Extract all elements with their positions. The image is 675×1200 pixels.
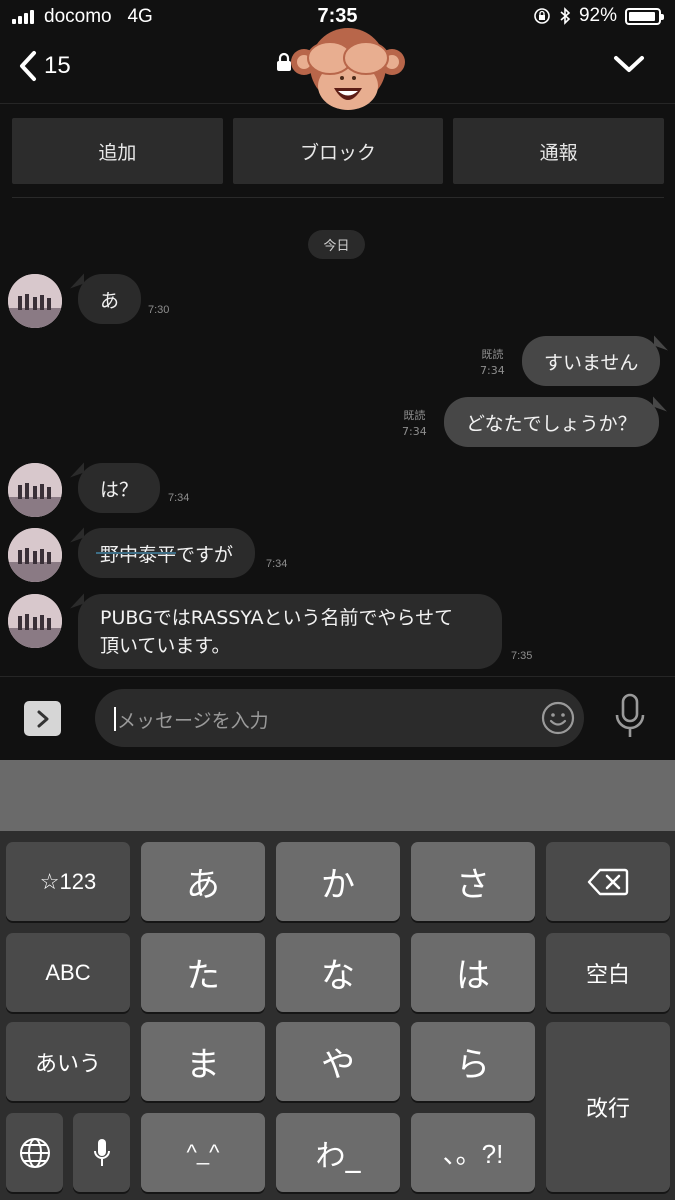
avatar[interactable] xyxy=(8,528,62,582)
action-bar: 追加 ブロック 通報 xyxy=(12,118,665,184)
message-text: すいません xyxy=(544,351,639,374)
unread-count: 15 xyxy=(44,52,71,79)
message-text: あ xyxy=(100,289,120,312)
bluetooth-icon xyxy=(560,7,571,25)
emoji-icon[interactable] xyxy=(540,700,576,736)
redaction-line xyxy=(96,552,176,554)
message-time: 7:35 xyxy=(511,650,533,662)
message-time: 7:34 xyxy=(168,492,190,504)
key-numbers[interactable]: ☆123 xyxy=(6,842,130,921)
key-ha[interactable]: は xyxy=(411,933,535,1012)
space-key[interactable]: 空白 xyxy=(546,933,670,1012)
see-no-evil-monkey-icon xyxy=(291,28,405,110)
message-input-placeholder: メッセージを入力 xyxy=(117,710,269,732)
block-button[interactable]: ブロック xyxy=(232,118,444,184)
message-bubble-incoming[interactable]: は？ xyxy=(78,463,161,513)
read-receipt: 既読 7:34 xyxy=(402,409,427,438)
divider xyxy=(12,197,664,198)
expand-menu-button[interactable] xyxy=(24,701,61,736)
key-ya[interactable]: や xyxy=(276,1022,400,1101)
message-text-line: PUBGではRASSYAという名前でやらせて xyxy=(100,606,454,629)
chevron-left-icon xyxy=(20,51,36,81)
key-kana[interactable]: あいう xyxy=(6,1022,130,1101)
keyboard-suggestion-bar xyxy=(0,760,675,831)
key-abc[interactable]: ABC xyxy=(6,933,130,1012)
keyboard: ☆123 あ か さ ABC た な は 空白 あいう ま や ら 改行 ^_^… xyxy=(0,831,675,1200)
key-sa[interactable]: さ xyxy=(411,842,535,921)
battery-icon xyxy=(625,7,664,25)
avatar[interactable] xyxy=(8,463,62,517)
message-text: は？ xyxy=(100,478,139,501)
message-text: どなたでしょうか？ xyxy=(466,412,637,435)
text-cursor xyxy=(114,707,116,731)
backspace-key[interactable] xyxy=(546,842,670,921)
message-input-bar: メッセージを入力 xyxy=(0,676,675,760)
key-emoticon[interactable]: ^_^ xyxy=(141,1113,265,1192)
key-a[interactable]: あ xyxy=(141,842,265,921)
read-receipt: 既読 7:34 xyxy=(480,348,505,377)
message-text-line: 頂いています。 xyxy=(100,634,231,657)
back-button[interactable]: 15 xyxy=(18,50,71,82)
message-bubble-incoming[interactable]: あ xyxy=(78,274,142,324)
backspace-icon xyxy=(587,868,629,895)
avatar[interactable] xyxy=(8,274,62,328)
key-na[interactable]: な xyxy=(276,933,400,1012)
key-wa[interactable]: わ_ xyxy=(276,1113,400,1192)
avatar[interactable] xyxy=(8,594,62,648)
chevron-right-icon xyxy=(37,710,48,727)
add-friend-button[interactable]: 追加 xyxy=(12,118,223,184)
key-ra[interactable]: ら xyxy=(411,1022,535,1101)
message-bubble-incoming[interactable]: PUBGではRASSYAという名前でやらせて 頂いています。 xyxy=(78,594,502,669)
date-separator: 今日 xyxy=(308,230,365,259)
dictation-key[interactable] xyxy=(73,1113,130,1192)
report-button[interactable]: 通報 xyxy=(453,118,665,184)
orientation-lock-icon xyxy=(534,8,550,24)
chat-header: 15 xyxy=(0,28,675,110)
microphone-icon xyxy=(93,1138,110,1166)
message-input[interactable]: メッセージを入力 xyxy=(95,689,584,747)
microphone-icon[interactable] xyxy=(614,693,646,739)
chevron-down-icon[interactable] xyxy=(613,54,645,74)
message-time: 7:34 xyxy=(266,558,288,570)
globe-key[interactable] xyxy=(6,1113,63,1192)
message-bubble-outgoing[interactable]: すいません xyxy=(522,336,661,386)
key-ka[interactable]: か xyxy=(276,842,400,921)
globe-icon xyxy=(19,1137,50,1168)
return-key[interactable]: 改行 xyxy=(546,1022,670,1192)
message-bubble-outgoing[interactable]: どなたでしょうか？ xyxy=(444,397,659,447)
key-ma[interactable]: ま xyxy=(141,1022,265,1101)
key-ta[interactable]: た xyxy=(141,933,265,1012)
message-time: 7:30 xyxy=(148,304,170,316)
key-punctuation[interactable]: 、。?! xyxy=(411,1113,535,1192)
battery-percent: 92% xyxy=(578,5,617,26)
